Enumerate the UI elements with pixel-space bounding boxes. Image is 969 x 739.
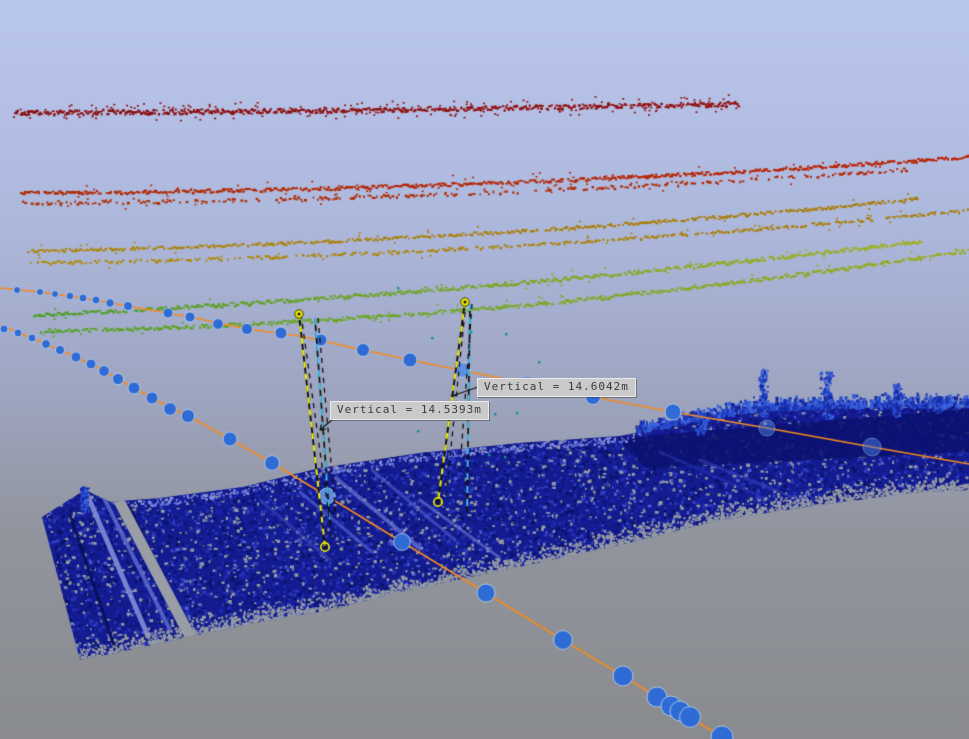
viewport-canvas[interactable] (0, 0, 969, 739)
point-cloud-viewport[interactable]: Vertical = 14.5393m Vertical = 14.6042m (0, 0, 969, 739)
measurement-tooltip-1: Vertical = 14.5393m (330, 401, 489, 420)
measurement-tooltip-2: Vertical = 14.6042m (477, 378, 636, 397)
measurement-value-1: Vertical = 14.5393m (337, 403, 482, 416)
measurement-value-2: Vertical = 14.6042m (484, 380, 629, 393)
